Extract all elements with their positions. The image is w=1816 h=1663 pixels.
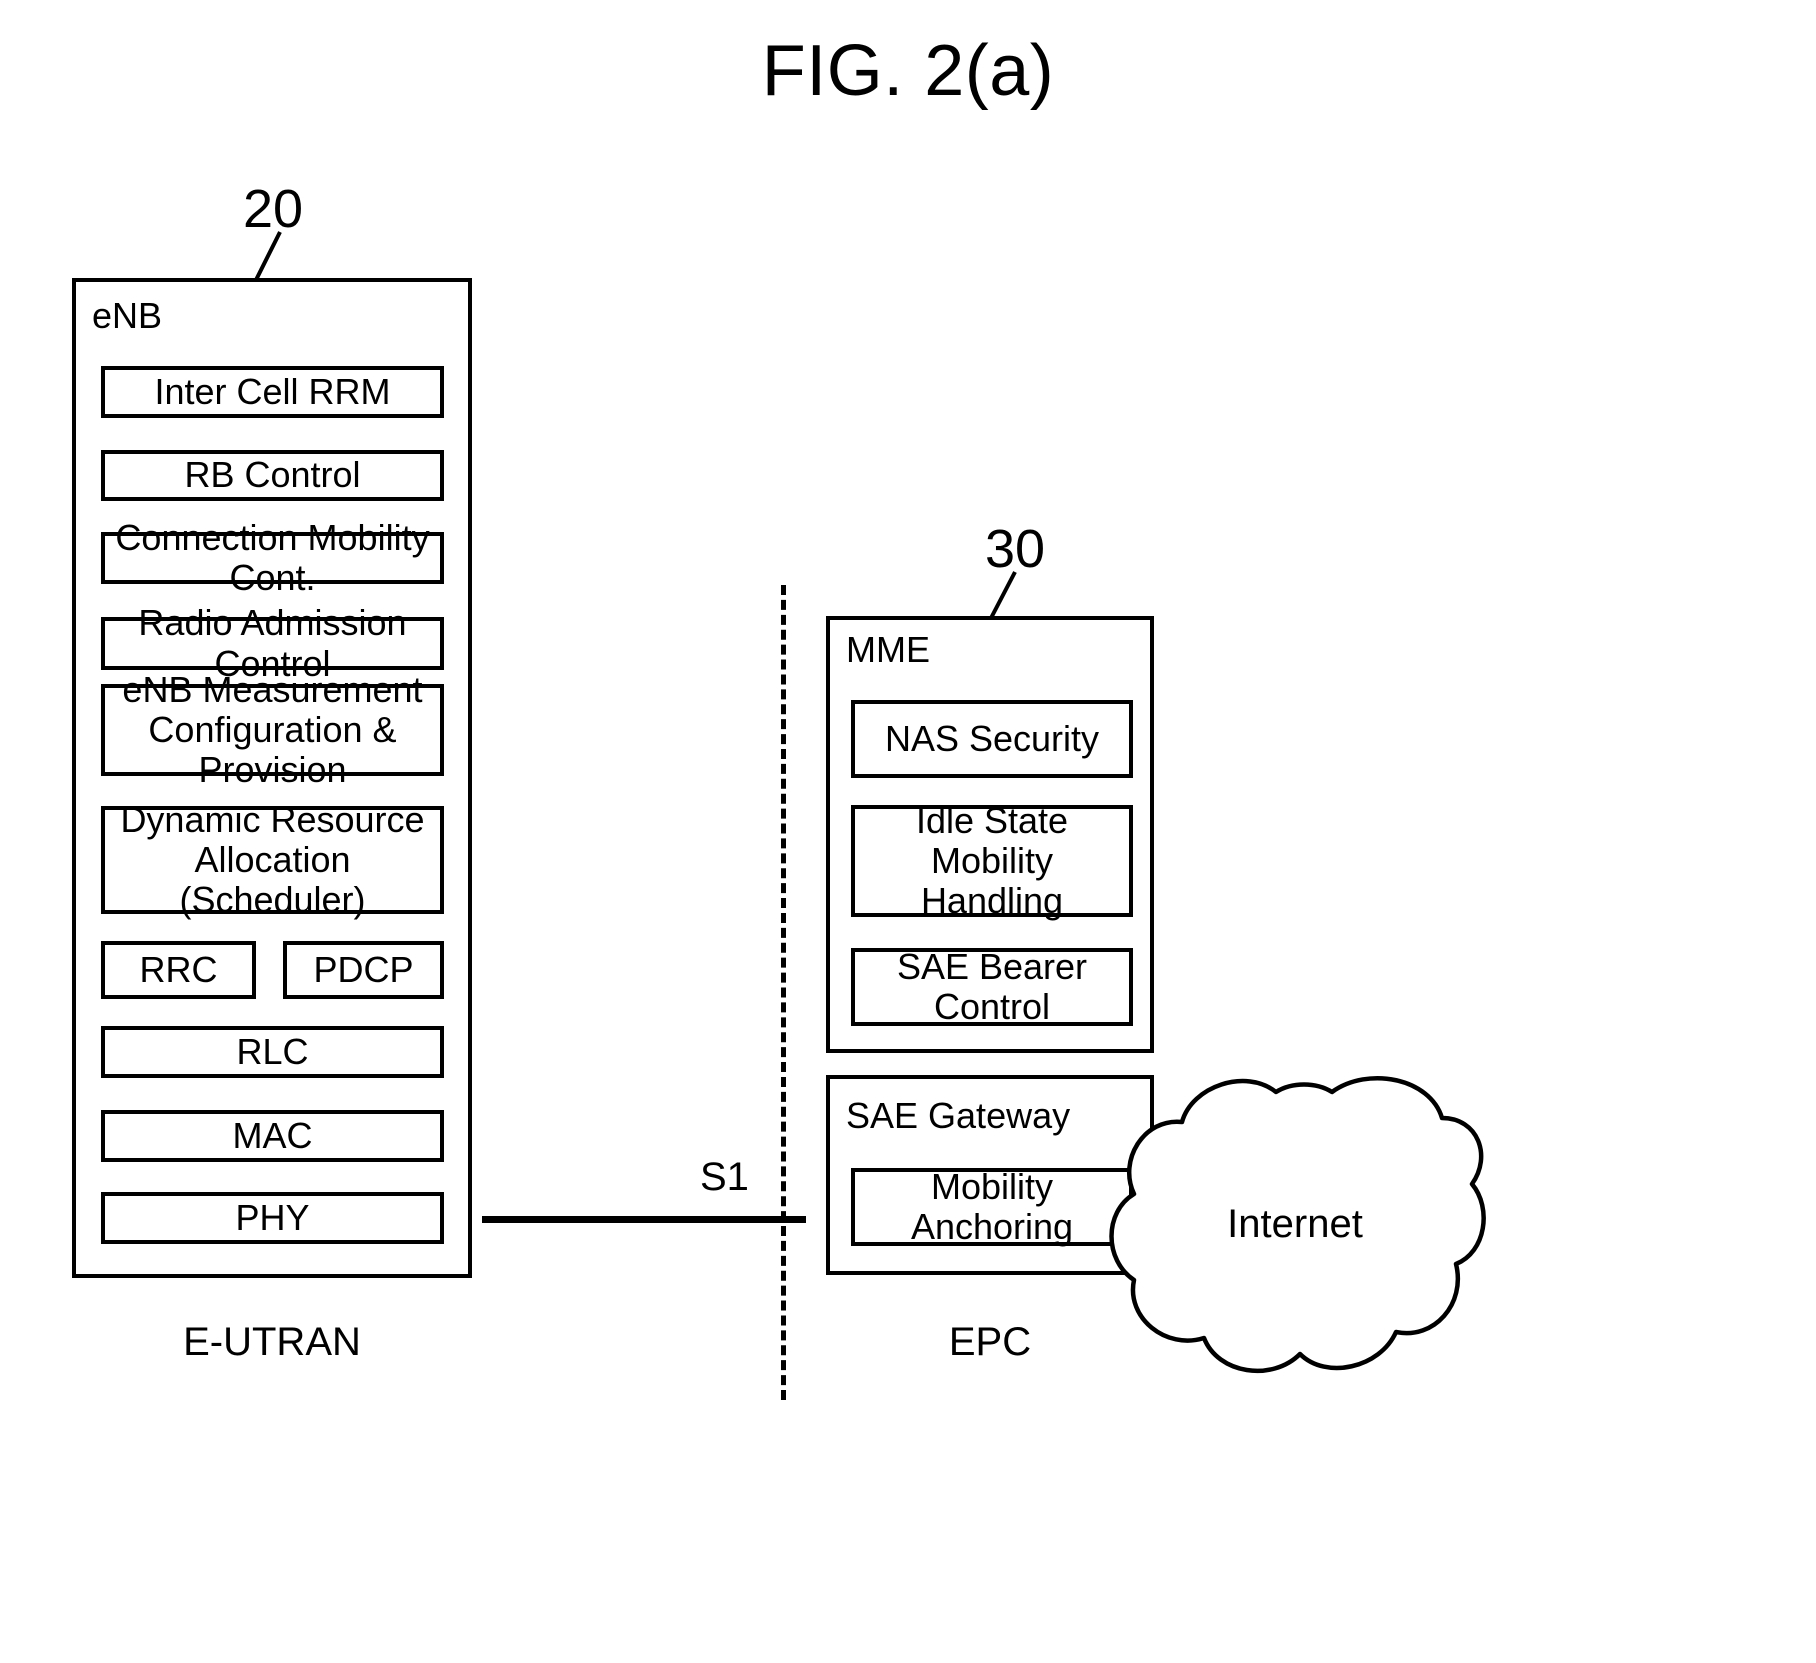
enb-module-label: RRC [139,948,218,990]
domain-divider [781,585,786,1400]
enb-module-rrc[interactable]: RRC [101,941,256,999]
mme-module-label: NAS Security [884,717,1100,759]
enb-module-phy[interactable]: PHY [101,1192,444,1244]
enb-module-label: eNB Measurement Configuration & Provisio… [122,668,423,791]
sae-gateway-module-mobility-anchoring[interactable]: Mobility Anchoring [851,1165,1133,1247]
enb-module-inter-cell-rrm[interactable]: Inter Cell RRM [101,366,444,418]
enb-module-label: Dynamic Resource Allocation (Scheduler) [120,798,425,921]
e-utran-domain-label: E-UTRAN [183,1320,361,1364]
internet-label: Internet [1227,1202,1363,1246]
figure-canvas: FIG. 2(a) 20 eNB Inter Cell RRM RB Contr… [0,0,1816,1663]
enb-module-label: MAC [232,1114,313,1156]
mme-module-sae-bearer-control[interactable]: SAE Bearer Control [851,945,1133,1027]
sae-gateway-title: SAE Gateway [846,1095,1071,1136]
enb-module-connection-mobility-cont[interactable]: Connection Mobility Cont. [101,517,444,598]
enb-module-label: RLC [236,1030,309,1072]
mme-module-label: SAE Bearer Control [896,945,1088,1027]
internet-cloud: Internet [1100,1060,1490,1390]
enb-module-mac[interactable]: MAC [101,1110,444,1162]
enb-module-radio-admission-control[interactable]: Radio Admission Control [101,603,444,683]
mme-module-label: Idle State Mobility Handling [915,799,1069,922]
enb-module-label: Inter Cell RRM [154,370,391,412]
enb-module-label: PHY [235,1196,310,1238]
mme-title: MME [846,629,930,670]
mme-module-idle-state-mobility-handling[interactable]: Idle State Mobility Handling [851,800,1133,921]
enb-module-pdcp[interactable]: PDCP [283,941,444,999]
s1-interface-label: S1 [700,1155,749,1199]
enb-module-label: Connection Mobility Cont. [115,516,430,598]
enb-module-rb-control[interactable]: RB Control [101,450,444,501]
enb-module-enb-measurement-configuration[interactable]: eNB Measurement Configuration & Provisio… [101,669,444,790]
enb-module-label: PDCP [313,948,414,990]
mme-module-nas-security[interactable]: NAS Security [851,700,1133,778]
s1-interface-line [482,1216,806,1223]
figure-title: FIG. 2(a) [761,31,1055,111]
enb-title: eNB [92,295,163,336]
sae-gateway-module-label: Mobility Anchoring [910,1165,1074,1247]
enb-module-rlc[interactable]: RLC [101,1026,444,1078]
enb-module-dynamic-resource-allocation[interactable]: Dynamic Resource Allocation (Scheduler) [101,799,444,920]
enb-module-label: RB Control [184,454,361,496]
